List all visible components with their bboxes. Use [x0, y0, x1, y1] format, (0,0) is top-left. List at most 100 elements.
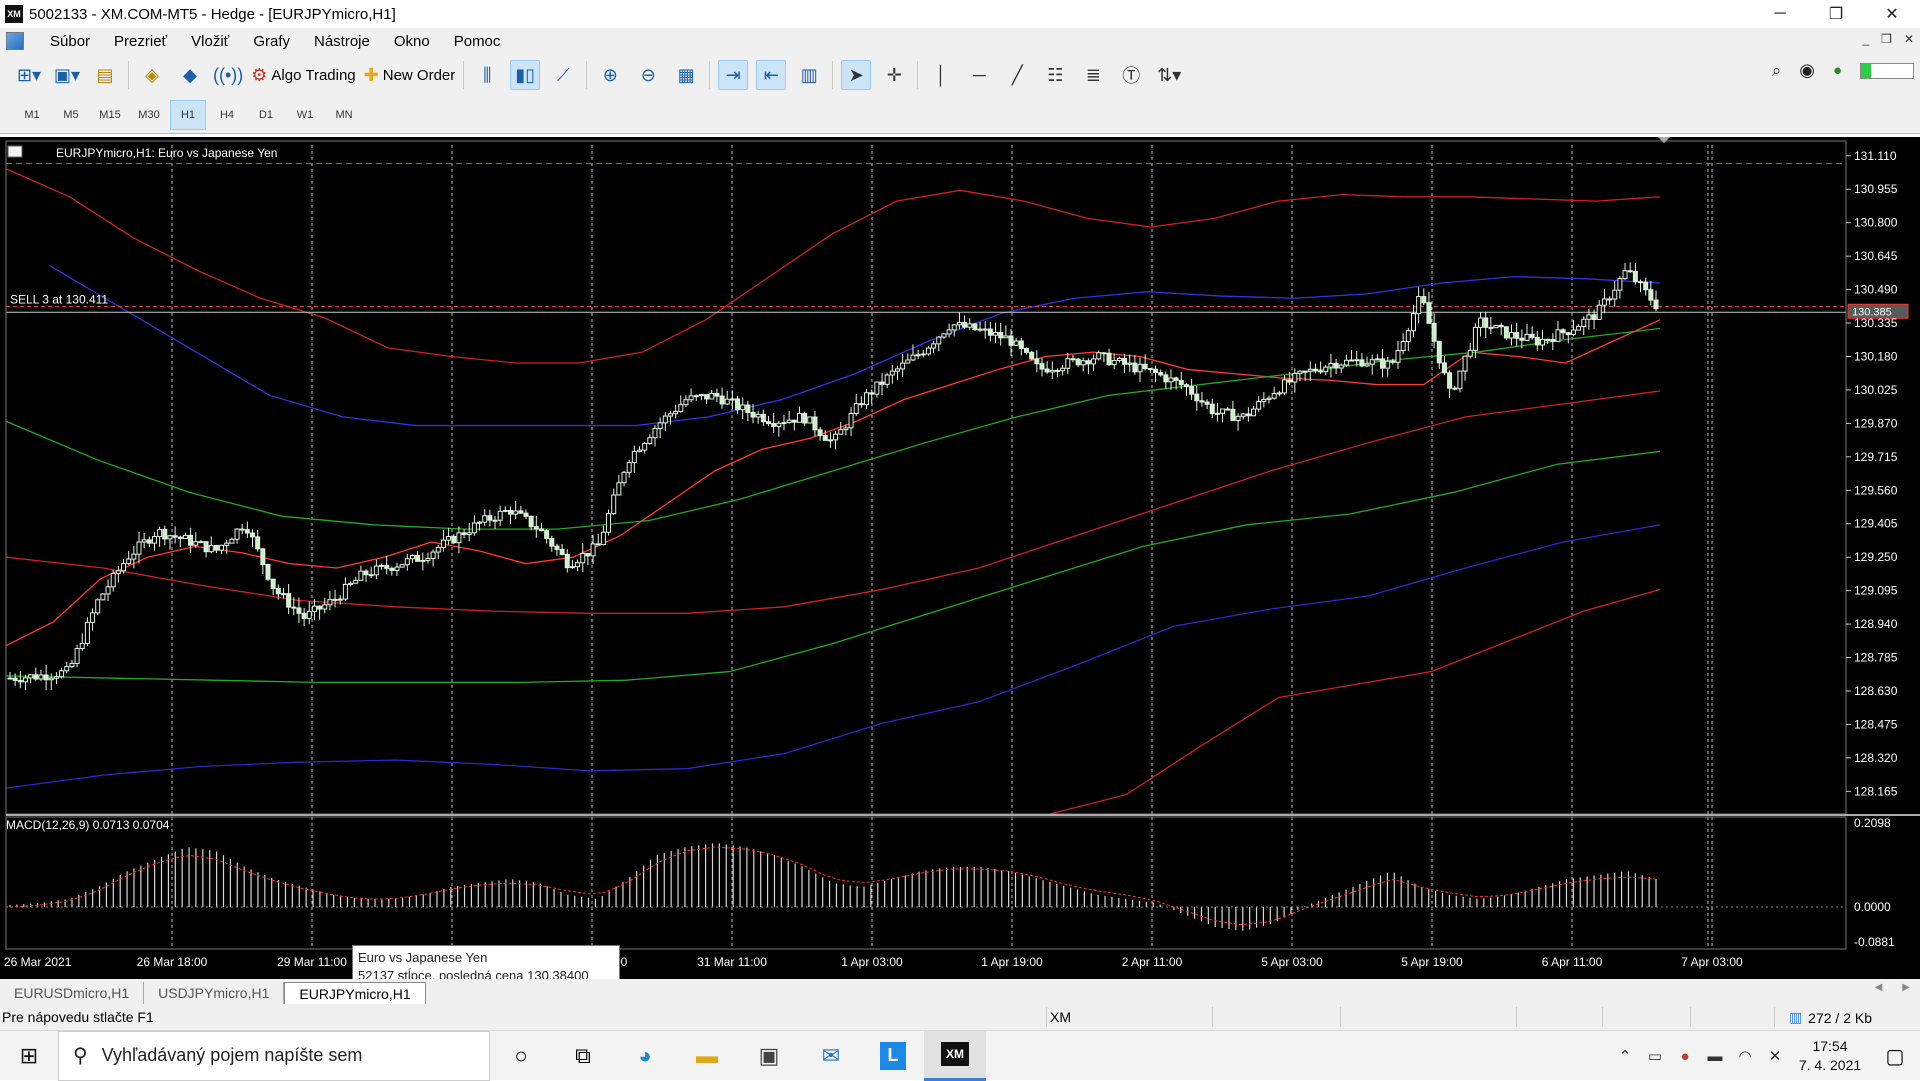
antivirus-icon[interactable]: ● [1670, 1048, 1700, 1065]
bullish-candle [28, 674, 34, 679]
mdi-restore-button[interactable]: ❐ [1881, 32, 1892, 46]
mdi-close-button[interactable]: ✕ [1904, 32, 1914, 46]
chart-window[interactable]: 26 Mar 202126 Mar 18:0029 Mar 11:0030 Ma… [0, 137, 1920, 979]
bullish-candle [1354, 359, 1360, 362]
chart-window-icon[interactable] [6, 32, 24, 50]
bearish-candle [270, 578, 276, 590]
store-icon[interactable]: ▣ [738, 1031, 800, 1081]
algo-trading-button[interactable]: ⚙ Algo Trading [251, 60, 355, 90]
timeframe-h4[interactable]: H4 [209, 100, 245, 130]
candlestick-chart-icon[interactable]: ▮▯ [510, 60, 541, 90]
arrows-icon[interactable]: ⇅▾ [1154, 60, 1184, 90]
chevron-up-icon[interactable]: ⌃ [1610, 1047, 1640, 1065]
tab-usdjpy[interactable]: USDJPYmicro,H1 [144, 982, 285, 1004]
new-order-button[interactable]: ✚ New Order [364, 60, 456, 90]
account-icon[interactable]: ◉ [1799, 60, 1815, 81]
notifications-icon[interactable]: ▢ [1870, 1044, 1920, 1069]
bullish-candle [1385, 360, 1391, 369]
bearish-candle [1194, 393, 1200, 402]
file-explorer-icon[interactable]: ▬ [676, 1031, 738, 1081]
timeframe-m15[interactable]: M15 [92, 100, 128, 130]
bullish-candle [90, 612, 96, 623]
minimize-button[interactable]: ─ [1752, 0, 1808, 28]
price-chart[interactable]: 26 Mar 202126 Mar 18:0029 Mar 11:0030 Ma… [0, 137, 1920, 979]
bearish-candle [296, 607, 302, 614]
wifi-icon[interactable]: ◠ [1730, 1047, 1760, 1065]
menu-charts[interactable]: Grafy [241, 33, 302, 50]
menu-file[interactable]: Súbor [38, 33, 102, 50]
metaeditor-icon[interactable]: ◆ [175, 60, 205, 90]
fibonacci-icon[interactable]: ☷ [1040, 60, 1070, 90]
tooltip-symbol-name: Euro vs Japanese Yen [358, 950, 488, 965]
tile-windows-icon[interactable]: ▦ [671, 60, 701, 90]
tab-eurusd[interactable]: EURUSDmicro,H1 [0, 982, 145, 1004]
channel-icon[interactable]: ≣ [1078, 60, 1108, 90]
vertical-line-icon[interactable]: │ [926, 60, 956, 90]
timeframe-m1[interactable]: M1 [14, 100, 50, 130]
menu-help[interactable]: Pomoc [442, 33, 513, 50]
tab-scroll-left-icon[interactable]: ◀ [1875, 982, 1883, 993]
taskbar-search[interactable]: ⚲ Vyhľadávaný pojem napíšte sem [58, 1030, 490, 1081]
status-traffic[interactable]: ▥ 272 / 2 Kb [1789, 1009, 1872, 1026]
task-view-icon[interactable]: ⧉ [552, 1031, 614, 1081]
bearish-candle [766, 421, 772, 425]
windows-start-icon[interactable]: ⊞ [0, 1031, 58, 1081]
bar-chart-icon[interactable]: ⫼ [472, 60, 502, 90]
edge-browser-icon[interactable]: ◕ [614, 1031, 676, 1081]
status-divider [1046, 1007, 1047, 1027]
zoom-out-icon[interactable]: ⊖ [633, 60, 663, 90]
close-button[interactable]: ✕ [1864, 0, 1920, 28]
trend-line-icon[interactable]: ╱ [1002, 60, 1032, 90]
crosshair-icon[interactable]: ✛ [879, 60, 909, 90]
horizontal-line-icon[interactable]: ─ [964, 60, 994, 90]
bullish-candle [311, 605, 317, 612]
bearish-candle [1380, 358, 1386, 369]
timeframe-mn[interactable]: MN [326, 100, 362, 130]
vps-icon[interactable]: ● [1833, 62, 1842, 79]
indicators-icon[interactable]: ▥ [794, 60, 824, 90]
market-watch-icon[interactable]: ▤ [90, 60, 120, 90]
auto-scroll-icon[interactable]: ⇥ [718, 60, 749, 90]
xm-mt5-taskbar-icon[interactable]: XM [924, 1030, 986, 1081]
tab-scroll-right-icon[interactable]: ▶ [1902, 982, 1910, 993]
cursor-icon[interactable]: ➤ [841, 60, 872, 90]
macd-axis-label: -0.0881 [1854, 935, 1895, 949]
bullish-candle [1400, 341, 1406, 352]
meet-now-icon[interactable]: ▭ [1640, 1047, 1670, 1065]
menu-insert[interactable]: Vložiť [179, 33, 241, 50]
restore-button[interactable]: ❐ [1808, 0, 1864, 28]
mail-icon[interactable]: ✉ [800, 1031, 862, 1081]
profiles-icon[interactable]: ▣▾ [52, 60, 82, 90]
taskbar-clock[interactable]: 17:54 7. 4. 2021 [1790, 1037, 1870, 1075]
volume-muted-icon[interactable]: ✕ [1760, 1047, 1790, 1065]
mdi-minimize-button[interactable]: _ [1862, 32, 1869, 46]
bullish-candle [79, 643, 85, 650]
bullish-candle [1065, 358, 1071, 369]
timeframe-w1[interactable]: W1 [287, 100, 323, 130]
text-tool-icon[interactable]: Ⓣ [1116, 60, 1146, 90]
search-icon[interactable]: ⌕ [1772, 61, 1782, 81]
tab-eurjpy[interactable]: EURJPYmicro,H1 [284, 982, 426, 1004]
price-axis-label: 128.475 [1854, 717, 1898, 731]
bullish-candle [1349, 359, 1355, 362]
menu-window[interactable]: Okno [382, 33, 442, 50]
menu-view[interactable]: Prezrieť [102, 33, 179, 50]
bearish-candle [595, 543, 601, 546]
timeframe-d1[interactable]: D1 [248, 100, 284, 130]
signals-icon[interactable]: ((•)) [213, 60, 243, 90]
battery-icon[interactable]: ▬ [1700, 1048, 1730, 1065]
zoom-in-icon[interactable]: ⊕ [595, 60, 625, 90]
bearish-candle [1560, 329, 1566, 334]
timeframe-m30[interactable]: M30 [131, 100, 167, 130]
line-chart-icon[interactable]: ⟋ [548, 60, 578, 90]
chart-shift-icon[interactable]: ⇤ [756, 60, 787, 90]
cortana-icon[interactable]: ○ [490, 1031, 552, 1081]
menu-tools[interactable]: Nástroje [302, 33, 382, 50]
new-chart-icon[interactable]: ⊞▾ [14, 60, 44, 90]
timeframe-m5[interactable]: M5 [53, 100, 89, 130]
bearish-candle [538, 528, 544, 532]
l-app-icon[interactable]: L [862, 1031, 924, 1081]
timeframe-h1[interactable]: H1 [170, 99, 206, 130]
traffic-value: 272 / 2 Kb [1808, 1009, 1872, 1026]
strategy-tester-icon[interactable]: ◈ [137, 60, 167, 90]
